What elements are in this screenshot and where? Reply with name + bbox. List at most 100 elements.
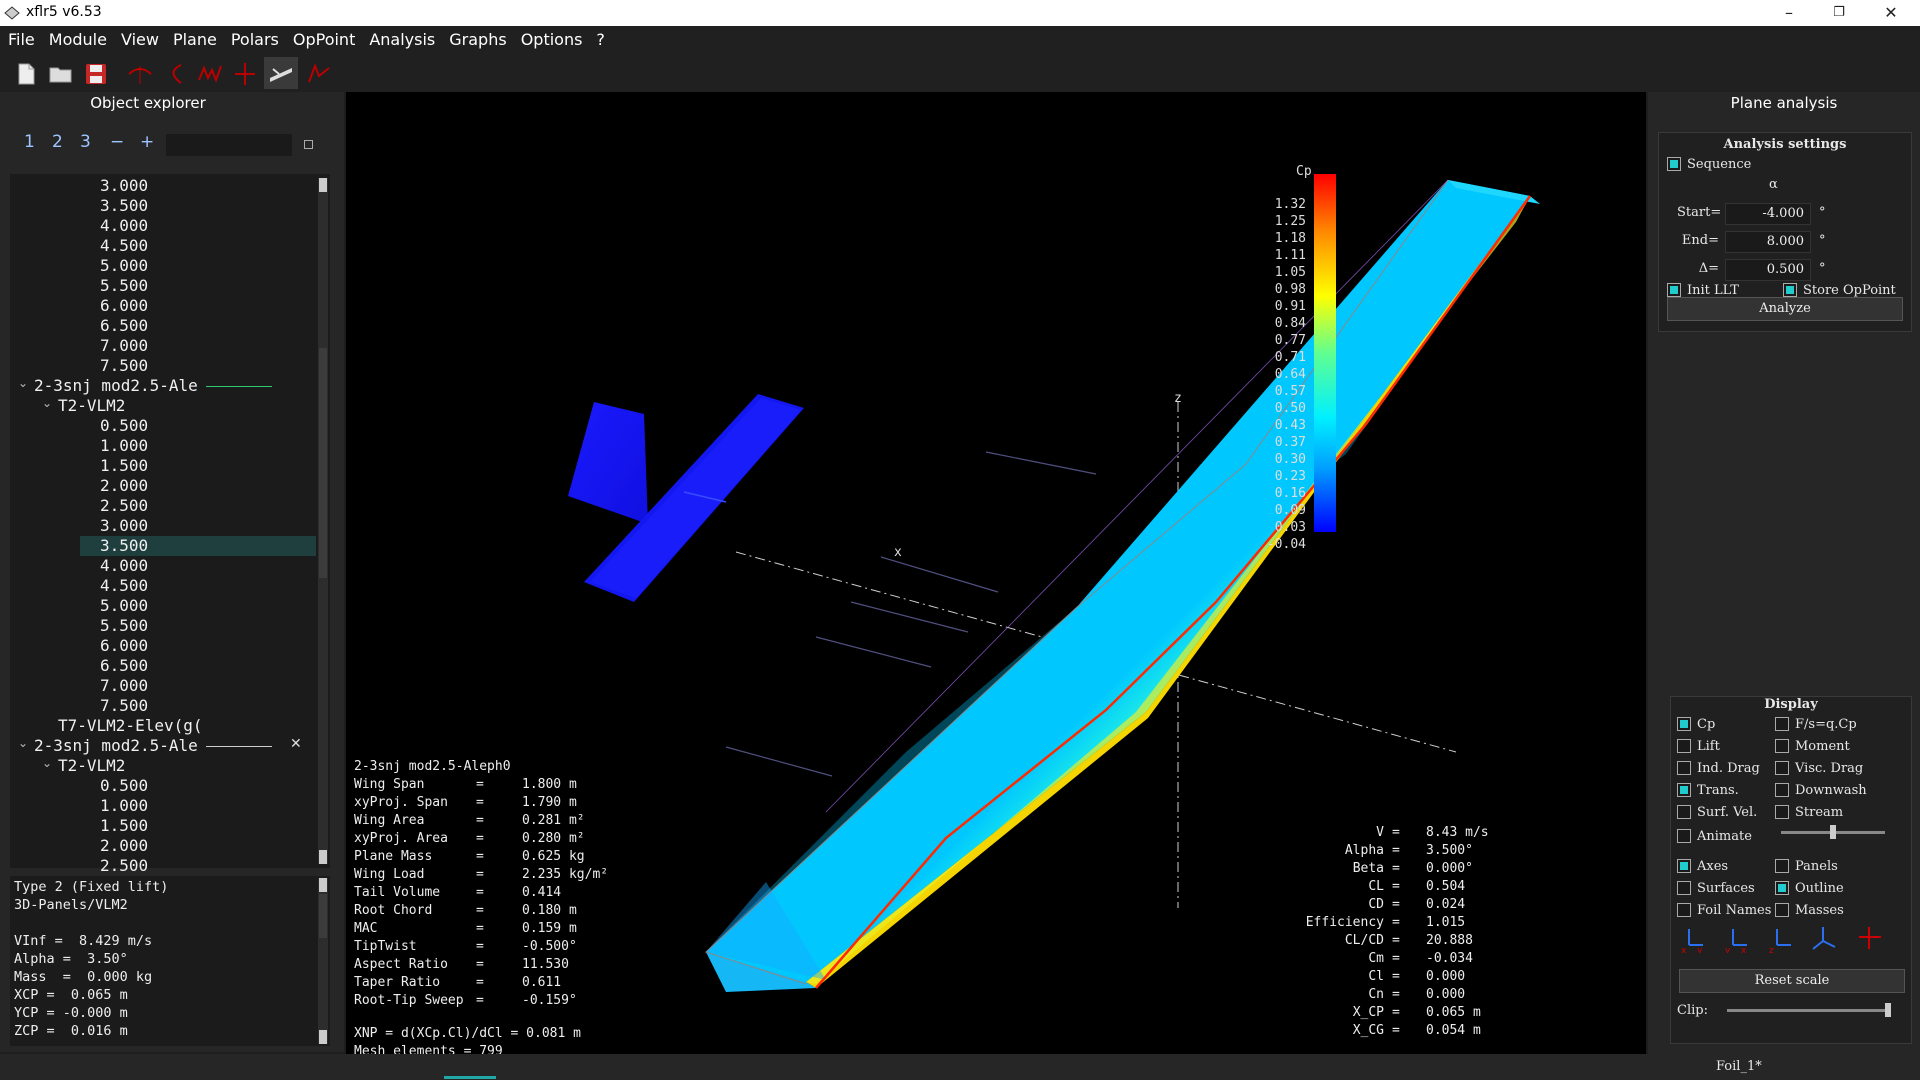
tree-item[interactable]: T7-VLM2-Elev(g(: [10, 716, 316, 736]
tree-item[interactable]: 0.500: [10, 416, 316, 436]
display-option-checkbox[interactable]: Downwash: [1775, 779, 1867, 798]
tree-item[interactable]: 4.500: [10, 576, 316, 596]
sequence-checkbox[interactable]: Sequence: [1667, 153, 1751, 172]
tree-item[interactable]: 5.000: [10, 256, 316, 276]
tree-item[interactable]: 2.500: [10, 856, 316, 876]
tree-item[interactable]: 1.500: [10, 456, 316, 476]
display-option-checkbox[interactable]: Moment: [1775, 735, 1850, 754]
expand-toggle-icon[interactable]: ⌄: [18, 376, 28, 390]
collapse-button[interactable]: −: [110, 132, 124, 152]
tree-item[interactable]: 6.500: [10, 656, 316, 676]
close-button[interactable]: ✕: [1868, 2, 1914, 24]
display-option-checkbox[interactable]: Surfaces: [1677, 877, 1755, 896]
delta-field[interactable]: 0.500: [1725, 259, 1811, 281]
menu-analysis[interactable]: Analysis: [362, 26, 442, 54]
tree-item[interactable]: 0.500: [10, 776, 316, 796]
menu-graphs[interactable]: Graphs: [442, 26, 513, 54]
tree-item[interactable]: 4.500: [10, 236, 316, 256]
open-folder-icon[interactable]: [47, 60, 75, 88]
tree-item[interactable]: 5.500: [10, 616, 316, 636]
scroll-down-arrow[interactable]: [319, 850, 327, 864]
tree-item[interactable]: 3.500: [10, 536, 316, 556]
cp-3d-icon[interactable]: [305, 60, 333, 88]
explorer-option-toggle[interactable]: [304, 140, 313, 149]
display-option-checkbox[interactable]: Masses: [1775, 899, 1844, 918]
wopp-view-icon[interactable]: [126, 60, 154, 88]
tree-item[interactable]: 5.000: [10, 596, 316, 616]
flip-view-icon[interactable]: [1855, 923, 1885, 953]
tree-item[interactable]: 2.000: [10, 476, 316, 496]
menu-options[interactable]: Options: [514, 26, 590, 54]
menu-view[interactable]: View: [114, 26, 166, 54]
tree-item[interactable]: 3.500: [10, 196, 316, 216]
end-field[interactable]: 8.000: [1725, 231, 1811, 253]
3d-viewport[interactable]: x z Cp 1.32 1.25 1.18 1.11 1.05 0.98 0.9…: [346, 92, 1646, 1054]
tree-item[interactable]: 4.000: [10, 216, 316, 236]
start-field[interactable]: -4.000: [1725, 203, 1811, 225]
init-llt-checkbox[interactable]: Init LLT: [1667, 279, 1739, 298]
restore-button[interactable]: ❐: [1816, 2, 1862, 24]
x-view-icon[interactable]: xy: [1677, 923, 1707, 953]
menu-plane[interactable]: Plane: [166, 26, 224, 54]
tree-item[interactable]: 1.000: [10, 436, 316, 456]
tree-item[interactable]: 4.000: [10, 556, 316, 576]
animate-checkbox[interactable]: Animate: [1677, 825, 1752, 844]
view-button-3[interactable]: 3: [80, 132, 91, 152]
3d-scene[interactable]: x z Cp 1.321.251.181.111.050.980.910.840…: [346, 92, 1646, 1054]
clip-slider[interactable]: [1727, 1003, 1891, 1017]
tree-scrollbar[interactable]: [318, 178, 328, 864]
3d-view-icon[interactable]: [267, 60, 295, 88]
display-option-checkbox[interactable]: Axes: [1677, 855, 1728, 874]
tree-item[interactable]: ⌄ T2-VLM2: [10, 756, 316, 776]
animate-slider[interactable]: [1781, 825, 1885, 839]
explorer-filter-input[interactable]: [166, 134, 292, 156]
tree-item[interactable]: 6.500: [10, 316, 316, 336]
display-option-checkbox[interactable]: F/s=q.Cp: [1775, 713, 1857, 732]
tree-item[interactable]: 3.000: [10, 516, 316, 536]
animate-slider-thumb[interactable]: [1830, 825, 1836, 839]
analyze-button[interactable]: Analyze: [1667, 297, 1903, 321]
y-view-icon[interactable]: yx: [1721, 923, 1751, 953]
display-option-checkbox[interactable]: Cp: [1677, 713, 1715, 732]
menu-help[interactable]: ?: [589, 26, 612, 54]
display-option-checkbox[interactable]: Stream: [1775, 801, 1843, 820]
tree-item[interactable]: 2.000: [10, 836, 316, 856]
display-option-checkbox[interactable]: Panels: [1775, 855, 1838, 874]
display-option-checkbox[interactable]: Outline: [1775, 877, 1844, 896]
new-file-icon[interactable]: [12, 60, 40, 88]
expand-toggle-icon[interactable]: ⌄: [42, 396, 52, 410]
menu-module[interactable]: Module: [42, 26, 114, 54]
display-option-checkbox[interactable]: Foil Names: [1677, 899, 1771, 918]
tree-item[interactable]: 6.000: [10, 636, 316, 656]
scroll-up-arrow[interactable]: [319, 178, 327, 192]
tree-item[interactable]: 2.500: [10, 496, 316, 516]
cp-view-icon[interactable]: [196, 60, 224, 88]
menu-file[interactable]: File: [0, 26, 42, 54]
tree-item[interactable]: ⌄ 2-3snj mod2.5-Ale ✕: [10, 736, 316, 756]
expand-toggle-icon[interactable]: ⌄: [42, 756, 52, 770]
polar-view-icon[interactable]: [161, 60, 189, 88]
scroll-thumb[interactable]: [319, 348, 327, 578]
reset-scale-button[interactable]: Reset scale: [1679, 969, 1905, 993]
z-view-icon[interactable]: z: [1765, 923, 1795, 953]
iso-view-icon[interactable]: [1809, 923, 1839, 953]
view-button-2[interactable]: 2: [52, 132, 63, 152]
display-option-checkbox[interactable]: Lift: [1677, 735, 1720, 754]
minimize-button[interactable]: –: [1766, 2, 1812, 24]
expand-button[interactable]: +: [140, 132, 154, 152]
info-scrollbar[interactable]: [318, 878, 328, 1044]
display-option-checkbox[interactable]: Trans.: [1677, 779, 1739, 798]
tree-item[interactable]: 7.000: [10, 336, 316, 356]
store-oppoint-checkbox[interactable]: Store OpPoint: [1783, 279, 1896, 298]
tree-item[interactable]: 7.000: [10, 676, 316, 696]
tree-item[interactable]: ⌄ 2-3snj mod2.5-Ale: [10, 376, 316, 396]
tree-item[interactable]: 7.500: [10, 696, 316, 716]
tree-item[interactable]: 1.000: [10, 796, 316, 816]
tree-item[interactable]: 3.000: [10, 176, 316, 196]
display-option-checkbox[interactable]: Ind. Drag: [1677, 757, 1760, 776]
expand-toggle-icon[interactable]: ⌄: [18, 736, 28, 750]
menu-oppoint[interactable]: OpPoint: [286, 26, 362, 54]
clip-slider-thumb[interactable]: [1885, 1003, 1891, 1017]
view-button-1[interactable]: 1: [24, 132, 35, 152]
tree-item[interactable]: 5.500: [10, 276, 316, 296]
